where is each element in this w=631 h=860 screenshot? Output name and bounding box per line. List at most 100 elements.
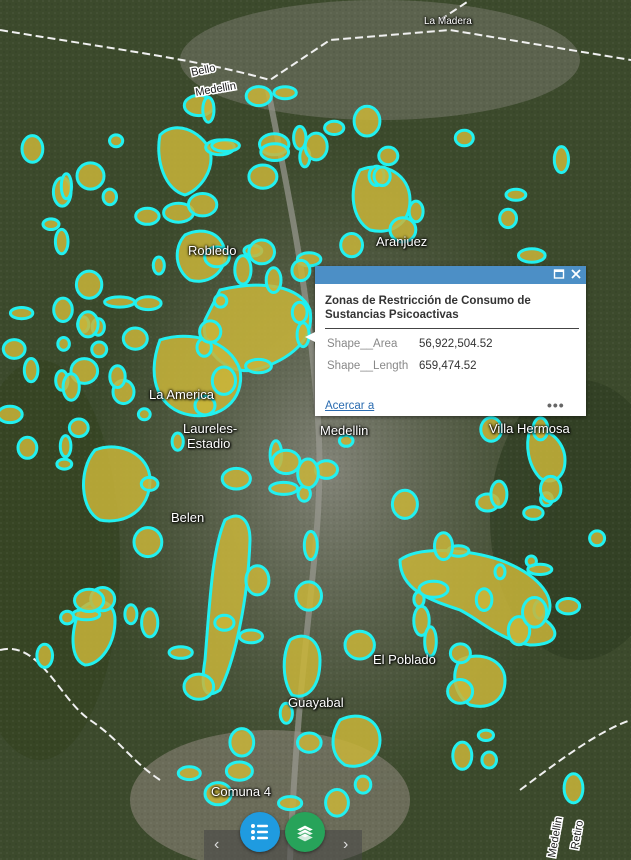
zone-patch[interactable] (272, 85, 298, 101)
zone-patch[interactable] (264, 266, 283, 295)
zone-patch[interactable] (59, 609, 76, 626)
zone-patch[interactable] (74, 269, 104, 300)
zone-patch[interactable] (75, 161, 106, 191)
zone-patch[interactable] (521, 596, 549, 629)
zone-patch[interactable] (277, 795, 304, 812)
zone-patch[interactable] (213, 613, 236, 632)
zone-patch[interactable] (90, 340, 109, 359)
zone-patch[interactable] (186, 192, 219, 218)
zone-patch[interactable] (210, 138, 241, 153)
more-options-icon[interactable]: ••• (547, 397, 565, 413)
zone-patch[interactable] (108, 133, 125, 149)
zone-patch[interactable] (433, 531, 454, 562)
zone-patch[interactable] (448, 642, 472, 665)
zone-patch[interactable] (302, 529, 319, 562)
zone-patch[interactable] (480, 750, 499, 770)
zone-patch[interactable] (140, 607, 160, 639)
zone-patch[interactable] (139, 475, 160, 492)
maximize-icon[interactable] (552, 268, 566, 282)
zone-patch[interactable] (228, 727, 256, 758)
zone-patch[interactable] (212, 293, 229, 309)
zone-patch[interactable] (453, 128, 475, 148)
zone-patch[interactable] (489, 479, 509, 509)
zone-patch[interactable] (170, 431, 185, 452)
zone-patch[interactable] (247, 238, 277, 266)
zone-patch[interactable] (136, 407, 152, 422)
zone-patch[interactable] (292, 124, 308, 151)
zone-comuna4[interactable] (331, 714, 382, 768)
zone-patch[interactable] (132, 526, 164, 559)
close-icon[interactable] (569, 268, 583, 282)
zone-patch[interactable] (268, 480, 300, 496)
zone-patch[interactable] (446, 678, 475, 705)
zone-patch[interactable] (588, 529, 607, 548)
zone-patch[interactable] (101, 187, 119, 207)
zone-patch[interactable] (552, 145, 571, 175)
zone-patch[interactable] (296, 731, 323, 754)
zone-patch[interactable] (16, 435, 39, 460)
zone-patch[interactable] (41, 217, 61, 231)
zone-patch[interactable] (343, 629, 376, 661)
zone-patch[interactable] (417, 579, 450, 599)
zone-patch[interactable] (493, 563, 507, 581)
zone-patch[interactable] (176, 765, 202, 782)
zone-patch[interactable] (73, 587, 106, 614)
zone-patch[interactable] (290, 300, 309, 325)
zone-patch[interactable] (20, 134, 45, 164)
zone-patch[interactable] (224, 760, 254, 782)
zone-patch[interactable] (76, 310, 100, 339)
zone-patch[interactable] (210, 365, 237, 396)
zone-patch[interactable] (522, 505, 545, 521)
zone-patch[interactable] (244, 357, 273, 375)
layers-button[interactable] (285, 812, 325, 852)
zoom-to-link[interactable]: Acercar a (325, 400, 374, 412)
zone-patch[interactable] (323, 119, 346, 137)
zone-patch[interactable] (247, 163, 279, 190)
zone-patch[interactable] (244, 564, 271, 597)
zone-patch[interactable] (303, 131, 329, 162)
zone-patch[interactable] (526, 562, 554, 577)
zone-patch[interactable] (390, 488, 419, 520)
zone-patch[interactable] (377, 145, 400, 167)
zone-patch[interactable] (121, 326, 149, 351)
zone-patch[interactable] (0, 404, 24, 425)
zone-patch[interactable] (134, 206, 161, 226)
zone-patch[interactable] (339, 232, 365, 259)
zone-patch[interactable] (59, 172, 74, 201)
zone-patch[interactable] (35, 642, 55, 669)
zone-patch[interactable] (451, 740, 474, 771)
zone-patch[interactable] (198, 319, 223, 344)
zone-patch[interactable] (353, 774, 373, 795)
zone-patch[interactable] (55, 457, 74, 471)
zone-patch[interactable] (8, 306, 35, 321)
feature-popup[interactable]: Zonas de Restricción de Consumo de Susta… (305, 266, 586, 416)
zone-patch[interactable] (372, 165, 392, 188)
zone-patch[interactable] (56, 336, 71, 352)
prev-arrow-button[interactable]: ‹ (214, 836, 219, 854)
zone-patch[interactable] (259, 142, 291, 163)
zone-patch[interactable] (294, 580, 324, 612)
next-arrow-button[interactable]: › (343, 836, 348, 854)
zone-patch[interactable] (474, 587, 494, 612)
zone-patch[interactable] (151, 255, 166, 276)
zone-patch[interactable] (324, 788, 350, 818)
zone-patch[interactable] (233, 254, 253, 286)
zone-patch[interactable] (220, 466, 252, 491)
zone-patch[interactable] (1, 338, 27, 360)
zone-patch[interactable] (53, 227, 70, 256)
zone-patch[interactable] (201, 95, 216, 124)
zone-patch[interactable] (238, 628, 264, 645)
zone-patch[interactable] (290, 258, 312, 283)
zone-patch[interactable] (167, 645, 194, 660)
zone-patch[interactable] (103, 295, 137, 309)
zone-patch[interactable] (52, 296, 74, 323)
zone-patch[interactable] (67, 417, 90, 439)
zone-patch[interactable] (476, 728, 495, 742)
zone-patch[interactable] (58, 434, 73, 459)
legend-button[interactable] (240, 812, 280, 852)
zone-patch[interactable] (539, 474, 563, 504)
zone-patch[interactable] (352, 104, 382, 138)
zone-patch[interactable] (123, 603, 139, 626)
zone-patch[interactable] (555, 597, 582, 616)
zone-patch[interactable] (270, 448, 302, 476)
